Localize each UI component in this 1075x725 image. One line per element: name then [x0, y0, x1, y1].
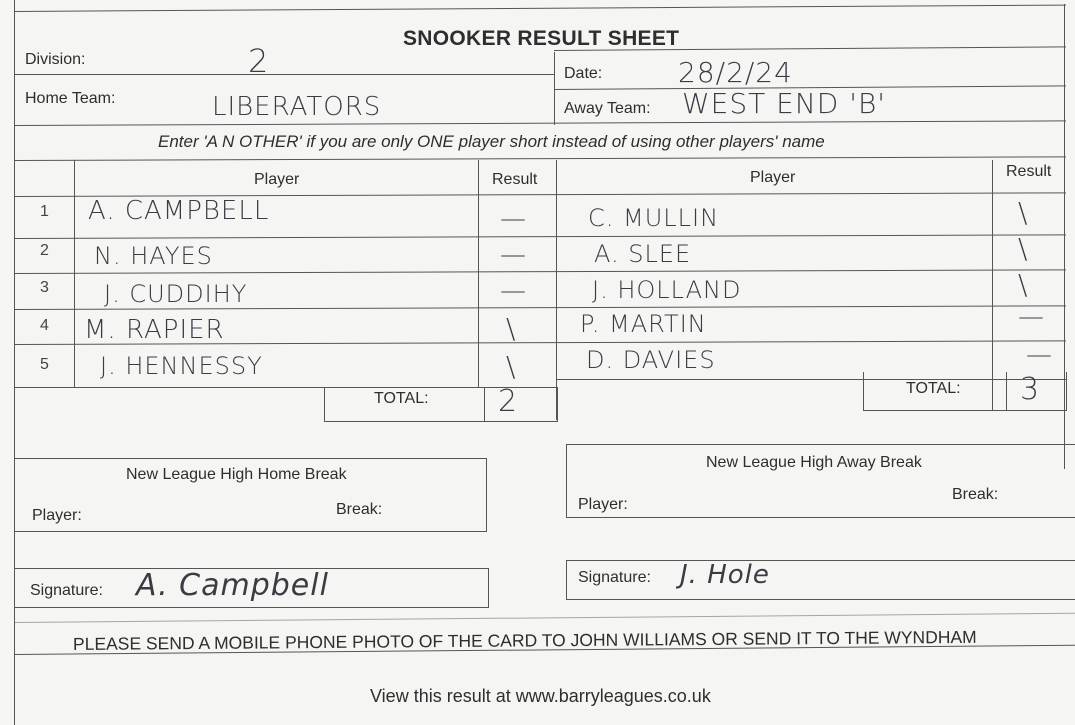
home-break-title: New League High Home Break [126, 466, 347, 483]
row-number: 5 [40, 356, 49, 373]
home-team-label: Home Team: [25, 90, 116, 107]
send-note: PLEASE SEND A MOBILE PHONE PHOTO OF THE … [72, 626, 977, 654]
col-num [74, 160, 75, 387]
row-number: 4 [40, 317, 49, 334]
home-player-header: Player [254, 171, 300, 188]
rule-top [13, 4, 1066, 12]
home-team-value: LIBERATORS [212, 92, 382, 122]
rule-row-1 [13, 234, 1066, 239]
away-player: A. SLEE [594, 240, 692, 268]
col-mid [556, 160, 557, 420]
row-number: 1 [40, 203, 49, 220]
division-label: Division: [25, 51, 86, 68]
date-label: Date: [564, 65, 603, 82]
away-break-label: Break: [952, 486, 999, 503]
home-total-box [324, 387, 558, 422]
row-number: 2 [40, 242, 49, 259]
away-player: J. HOLLAND [592, 276, 742, 304]
away-team-value: WEST END 'B' [682, 87, 886, 120]
away-total-value: 3 [1020, 372, 1041, 407]
away-player: P. MARTIN [580, 310, 707, 338]
away-total-divider [1006, 372, 1007, 410]
away-result-header: Result [1006, 163, 1052, 180]
divider-date [554, 52, 555, 125]
away-team-label: Away Team: [564, 100, 651, 117]
date-value: 28/2/24 [678, 56, 793, 89]
away-break-title: New League High Away Break [706, 454, 922, 471]
away-break-player-label: Player: [578, 496, 628, 513]
away-result: \ [1018, 232, 1029, 265]
home-player: N. HAYES [94, 242, 213, 270]
home-break-player-label: Player: [32, 507, 82, 524]
rule-team [13, 120, 1066, 126]
division-value: 2 [248, 42, 270, 80]
home-player: J. CUDDIHY [104, 280, 248, 308]
away-signature-label: Signature: [578, 569, 651, 586]
instruction-text: Enter 'A N OTHER' if you are only ONE pl… [158, 132, 825, 151]
home-result: \ [506, 350, 517, 383]
home-result: — [500, 276, 527, 306]
home-signature-label: Signature: [30, 582, 103, 599]
col-home-result [478, 160, 479, 387]
away-player-header: Player [750, 169, 796, 186]
away-result: \ [1018, 268, 1029, 301]
sheet-title: SNOOKER RESULT SHEET [403, 27, 680, 50]
away-result: — [1018, 302, 1045, 332]
home-total-value: 2 [498, 384, 519, 419]
view-note: View this result at www.barryleagues.co.… [370, 686, 711, 706]
away-total-label: TOTAL: [906, 380, 961, 397]
away-player: D. DAVIES [586, 346, 716, 374]
away-signature: J. Hole [680, 560, 770, 590]
home-player: A. CAMPBELL [88, 196, 270, 226]
home-player: M. RAPIER [84, 315, 225, 345]
home-result: \ [506, 312, 517, 345]
away-player: C. MULLIN [588, 204, 720, 232]
rule-instruction [13, 156, 1066, 161]
result-sheet: SNOOKER RESULT SHEET Division: 2 Date: 2… [0, 0, 1075, 725]
home-result: — [500, 204, 527, 234]
away-result: \ [1018, 196, 1029, 229]
row-number: 3 [40, 279, 49, 296]
home-total-label: TOTAL: [374, 390, 429, 407]
rule-footer-mid [13, 612, 1075, 623]
home-player: J. HENNESSY [100, 352, 263, 380]
home-result: — [500, 240, 527, 270]
home-break-label: Break: [336, 501, 383, 518]
home-signature: A. Campbell [136, 568, 329, 603]
home-total-divider [484, 387, 485, 421]
rule-row-2 [13, 269, 1066, 274]
left-border [14, 0, 15, 725]
away-result: — [1026, 340, 1053, 370]
home-result-header: Result [492, 171, 538, 188]
rule-division [14, 74, 554, 75]
